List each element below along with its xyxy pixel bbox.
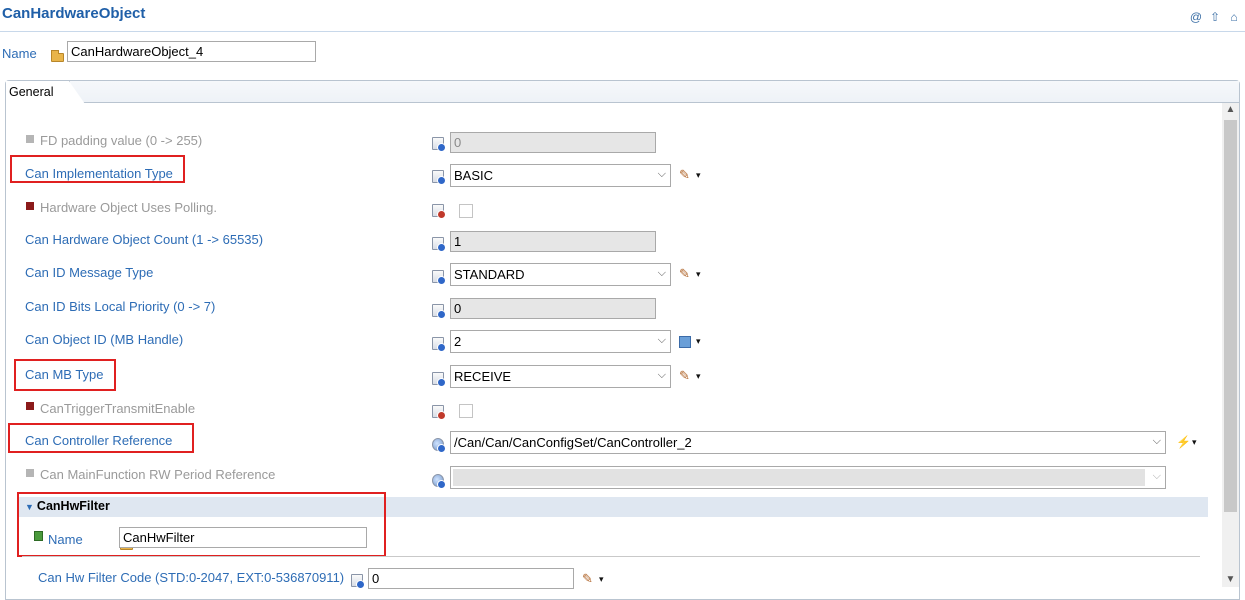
reference-icon [432, 474, 446, 489]
impl-type-value: BASIC [454, 168, 494, 183]
pencil-icon[interactable]: ✎ [679, 266, 690, 282]
hw-filter-title-text: CanHwFilter [36, 499, 110, 513]
parameter-icon [432, 304, 446, 319]
dropdown-arrow-icon[interactable]: ▾ [1192, 437, 1197, 448]
object-id-label[interactable]: Can Object ID (MB Handle) [25, 332, 183, 347]
dropdown-arrow-icon[interactable]: ▾ [696, 170, 701, 181]
home-icon[interactable]: ⌂ [1227, 10, 1241, 24]
header-divider [0, 31, 1245, 32]
name-input[interactable]: CanHardwareObject_4 [67, 41, 316, 62]
fd-padding-input: 0 [450, 132, 656, 153]
dropdown-arrow-icon[interactable]: ▾ [696, 336, 701, 347]
mb-type-label[interactable]: Can MB Type [25, 367, 104, 382]
parameter-icon [432, 137, 446, 152]
gray-bullet-icon [26, 469, 34, 477]
calculator-icon[interactable] [679, 336, 691, 348]
parameter-icon [432, 372, 446, 387]
polling-label: Hardware Object Uses Polling. [40, 200, 218, 215]
hw-count-input: 1 [450, 231, 656, 252]
hw-filter-name-label: Name [48, 532, 83, 547]
chevron-down-icon: ⌵ [1152, 470, 1161, 482]
pencil-icon[interactable]: ✎ [582, 571, 593, 587]
id-msg-type-value: STANDARD [454, 267, 525, 282]
controller-ref-value: /Can/Can/CanConfigSet/CanController_2 [454, 435, 692, 450]
scroll-down-icon[interactable]: ▼ [1223, 574, 1238, 585]
parameter-icon [432, 337, 446, 352]
parameter-icon [432, 270, 446, 285]
reference-icon [432, 438, 446, 453]
hw-filter-name-input[interactable]: CanHwFilter [119, 527, 367, 548]
chevron-down-icon[interactable]: ⌵ [658, 368, 666, 383]
controller-ref-label[interactable]: Can Controller Reference [25, 433, 172, 448]
mainfunction-ref-select: ⌵ [450, 466, 1166, 489]
chevron-down-icon[interactable]: ⌵ [1153, 434, 1161, 449]
chevron-down-icon[interactable]: ⌵ [658, 266, 666, 281]
scroll-up-icon[interactable]: ▲ [1223, 104, 1238, 115]
tab-general[interactable]: General [6, 81, 85, 104]
dropdown-arrow-icon[interactable]: ▾ [599, 574, 604, 585]
gray-bullet-icon [26, 135, 34, 143]
trigger-tx-label: CanTriggerTransmitEnable [40, 401, 196, 416]
boolean-parameter-icon [432, 405, 446, 420]
id-msg-type-select[interactable]: STANDARD ⌵ [450, 263, 671, 286]
hw-filter-code-label[interactable]: Can Hw Filter Code (STD:0-2047, EXT:0-53… [38, 570, 344, 585]
red-bullet-icon [26, 402, 34, 410]
container-icon [34, 531, 43, 541]
at-icon[interactable]: @ [1189, 10, 1203, 24]
object-id-value: 2 [454, 334, 462, 349]
local-priority-input: 0 [450, 298, 656, 319]
polling-checkbox[interactable] [459, 204, 473, 218]
parameter-icon [432, 237, 446, 252]
dropdown-arrow-icon[interactable]: ▾ [696, 371, 701, 382]
trigger-tx-checkbox[interactable] [459, 404, 473, 418]
fd-padding-label: FD padding value (0 -> 255) [40, 133, 203, 148]
controller-ref-select[interactable]: /Can/Can/CanConfigSet/CanController_2 ⌵ [450, 431, 1166, 454]
tab-strip [6, 81, 1239, 103]
object-id-select[interactable]: 2 ⌵ [450, 330, 671, 353]
impl-type-select[interactable]: BASIC ⌵ [450, 164, 671, 187]
hw-filter-code-input[interactable]: 0 [368, 568, 574, 589]
mainfunction-ref-fill [453, 469, 1145, 486]
reference-action-icon[interactable]: ⚡ [1176, 435, 1191, 449]
mb-type-value: RECEIVE [454, 369, 512, 384]
boolean-parameter-icon [432, 204, 446, 219]
pencil-icon[interactable]: ✎ [679, 167, 690, 183]
local-priority-label[interactable]: Can ID Bits Local Priority (0 -> 7) [25, 299, 215, 314]
pencil-icon[interactable]: ✎ [679, 368, 690, 384]
mainfunction-ref-label: Can MainFunction RW Period Reference [40, 467, 276, 482]
page-title: CanHardwareObject [2, 5, 146, 22]
chevron-down-icon[interactable]: ⌵ [658, 167, 666, 182]
scrollbar-thumb[interactable] [1224, 120, 1237, 512]
chevron-down-icon[interactable]: ⌵ [658, 333, 666, 348]
hw-filter-section-title[interactable]: ▼ CanHwFilter [25, 499, 110, 513]
id-msg-type-label[interactable]: Can ID Message Type [25, 265, 153, 280]
section-divider [22, 556, 1200, 557]
impl-type-label[interactable]: Can Implementation Type [25, 166, 173, 181]
hw-count-label[interactable]: Can Hardware Object Count (1 -> 65535) [25, 232, 263, 247]
dropdown-arrow-icon[interactable]: ▾ [696, 269, 701, 280]
header-icons: @ ⇧ ⌂ [1189, 10, 1241, 24]
up-arrow-icon[interactable]: ⇧ [1208, 10, 1222, 24]
collapse-triangle-icon[interactable]: ▼ [25, 502, 34, 512]
parameter-icon [432, 170, 446, 185]
red-bullet-icon [26, 202, 34, 210]
mb-type-select[interactable]: RECEIVE ⌵ [450, 365, 671, 388]
name-label: Name [2, 46, 37, 61]
parameter-icon [351, 574, 365, 589]
folder-icon[interactable] [51, 50, 64, 62]
